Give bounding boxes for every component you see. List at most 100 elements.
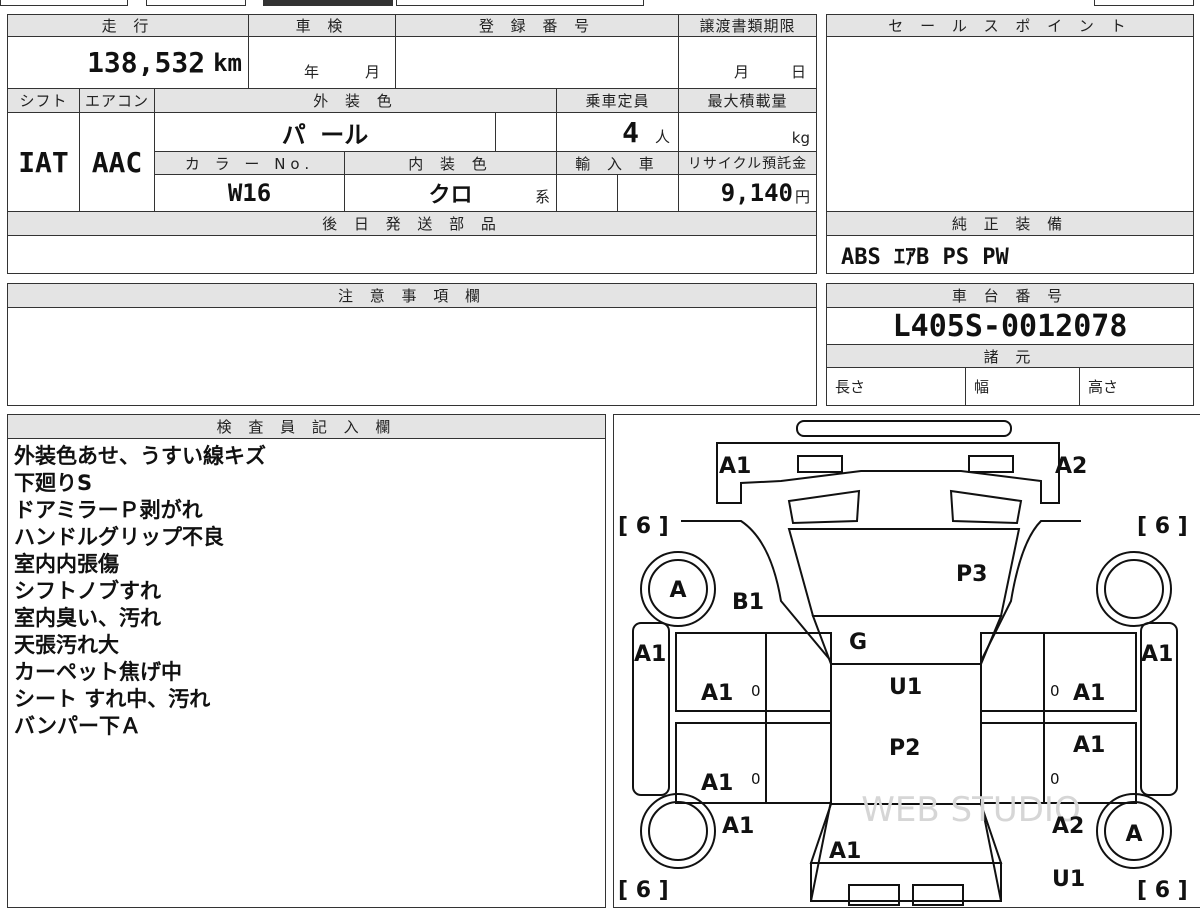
damage-rear-center: A1 — [829, 839, 861, 864]
shift-field: IAT — [7, 112, 80, 212]
damage-roof-front: U1 — [889, 675, 922, 700]
wheel-rear-left-outer — [640, 793, 716, 869]
exterior-color-extra — [495, 112, 557, 152]
tire-br-label: [ 6 ] — [1137, 878, 1188, 903]
later-parts-header: 後 日 発 送 部 品 — [7, 211, 817, 236]
max-load-field: kg — [678, 112, 817, 152]
damage-windshield: G — [849, 630, 867, 655]
color-no-field: W16 — [154, 174, 345, 212]
genuine-equipment-field: ABS ｴｱB PS PW — [826, 235, 1194, 274]
remark-line: 天張汚れ大 — [14, 633, 119, 657]
windshield-outline — [811, 615, 1003, 665]
damage-left-rear-fender: A1 — [722, 814, 754, 839]
sales-point-header: セ ー ル ス ポ イ ン ト — [826, 14, 1194, 37]
exterior-color-value: パ ール — [281, 120, 369, 149]
sales-point-field — [826, 36, 1194, 212]
top-strip — [0, 0, 1200, 6]
right-rear-door-marker: 0 — [1050, 770, 1060, 788]
damage-wheel-front-left: A — [669, 578, 686, 603]
remark-line: シート すれ中、汚れ — [14, 687, 211, 711]
left-rear-door-outline — [675, 722, 832, 804]
remark-line: ハンドルグリップ不良 — [14, 525, 224, 549]
car-diagram: WEB STUDIO [ 6 ] [ 6 ] [ 6 ] [ 6 ] A1 A2… — [618, 420, 1188, 906]
damage-wheel-rear-right: A — [1125, 822, 1142, 847]
mileage-value: 138,532 — [87, 46, 206, 79]
wheel-front-right-inner — [1104, 559, 1164, 619]
inspection-field: 年 月 — [248, 36, 396, 89]
mileage-field: 138,532 km — [7, 36, 249, 89]
inspector-remarks: 外装色あせ、うすい線キズ 下廻りS ドアミラーＰ剥がれ ハンドルグリップ不良 室… — [7, 438, 606, 908]
spec-height-cell: 高さ — [1079, 367, 1194, 406]
damage-right-front-door: A1 — [1073, 681, 1105, 706]
chassis-field: L405S-0012078 — [826, 307, 1194, 345]
shift-value: IAT — [18, 145, 69, 179]
damage-right-side-pillar: A1 — [1141, 642, 1173, 667]
recycle-header: リサイクル預託金 — [678, 151, 817, 175]
aircon-field: AAC — [79, 112, 155, 212]
mileage-header: 走 行 — [7, 14, 249, 37]
later-parts-field — [7, 235, 817, 274]
wheel-front-right-outer — [1096, 551, 1172, 627]
remark-line: 外装色あせ、うすい線キズ — [14, 444, 266, 468]
damage-left-front-door: A1 — [701, 681, 733, 706]
transfer-month-unit: 月 — [733, 63, 749, 81]
tire-bl-label: [ 6 ] — [618, 878, 669, 903]
reg-number-field — [395, 36, 679, 89]
right-front-door-marker: 0 — [1050, 682, 1060, 700]
spec-length-cell: 長さ — [826, 367, 966, 406]
damage-diagram-panel: WEB STUDIO [ 6 ] [ 6 ] [ 6 ] [ 6 ] A1 A2… — [613, 414, 1200, 908]
remark-line: 室内臭い、汚れ — [14, 606, 161, 630]
chassis-value: L405S-0012078 — [892, 308, 1128, 344]
front-bumper-outline — [796, 420, 1012, 437]
remark-line: シフトノブすれ — [14, 579, 161, 603]
left-rear-door-marker: 0 — [751, 770, 761, 788]
wheel-rear-left-inner — [648, 801, 708, 861]
inspection-month-unit: 月 — [365, 63, 381, 81]
spec-length-label: 長さ — [835, 378, 866, 396]
damage-rear-right-bottom: U1 — [1052, 867, 1085, 892]
damage-fender-front-left: B1 — [732, 590, 764, 615]
remark-line: 下廻りS — [14, 471, 93, 495]
remark-line: 室内内張傷 — [14, 552, 119, 576]
rear-hatch-outline — [810, 862, 1002, 902]
damage-roof-rear: P2 — [889, 736, 920, 761]
damage-left-rear-door: A1 — [701, 771, 733, 796]
transfer-deadline-field: 月 日 — [678, 36, 817, 89]
damage-hood: P3 — [956, 562, 987, 587]
damage-front-right: A2 — [1055, 454, 1087, 479]
max-load-header: 最大積載量 — [678, 88, 817, 113]
remark-line: バンパー下Ａ — [14, 714, 142, 738]
inspection-header: 車 検 — [248, 14, 396, 37]
watermark-text: WEB STUDIO — [861, 790, 1080, 830]
damage-right-rear-fender: A2 — [1052, 814, 1084, 839]
interior-color-field: クロ 系 — [344, 174, 557, 212]
front-left-light — [797, 455, 843, 473]
tire-tr-label: [ 6 ] — [1137, 514, 1188, 539]
spec-width-label: 幅 — [974, 378, 990, 396]
damage-front-left: A1 — [719, 454, 751, 479]
notes-header: 注 意 事 項 欄 — [7, 283, 817, 308]
inspection-year-unit: 年 — [303, 63, 319, 81]
remark-line: カーペット焦げ中 — [14, 660, 182, 684]
damage-right-rear-door: A1 — [1073, 733, 1105, 758]
interior-color-value: クロ — [428, 183, 473, 208]
capacity-field: 4 人 — [556, 112, 679, 152]
interior-color-suffix: 系 — [534, 188, 550, 206]
spec-width-cell: 幅 — [965, 367, 1080, 406]
aircon-value: AAC — [91, 145, 143, 179]
left-vent-outline — [787, 489, 861, 525]
reg-number-header: 登 録 番 号 — [395, 14, 679, 37]
remark-line: ドアミラーＰ剥がれ — [14, 498, 203, 522]
color-no-header: カ ラ ー No. — [154, 151, 345, 175]
damage-left-side-pillar: A1 — [634, 642, 666, 667]
tire-tl-label: [ 6 ] — [618, 514, 669, 539]
spec-height-label: 高さ — [1088, 378, 1119, 396]
chassis-header: 車 台 番 号 — [826, 283, 1194, 308]
import-field-b — [617, 174, 679, 212]
capacity-value: 4 — [622, 115, 639, 149]
interior-color-header: 内 装 色 — [344, 151, 557, 175]
shift-header: シフト — [7, 88, 80, 113]
recycle-unit: 円 — [794, 188, 810, 206]
notes-field — [7, 307, 817, 406]
inspector-header: 検 査 員 記 入 欄 — [7, 414, 606, 439]
